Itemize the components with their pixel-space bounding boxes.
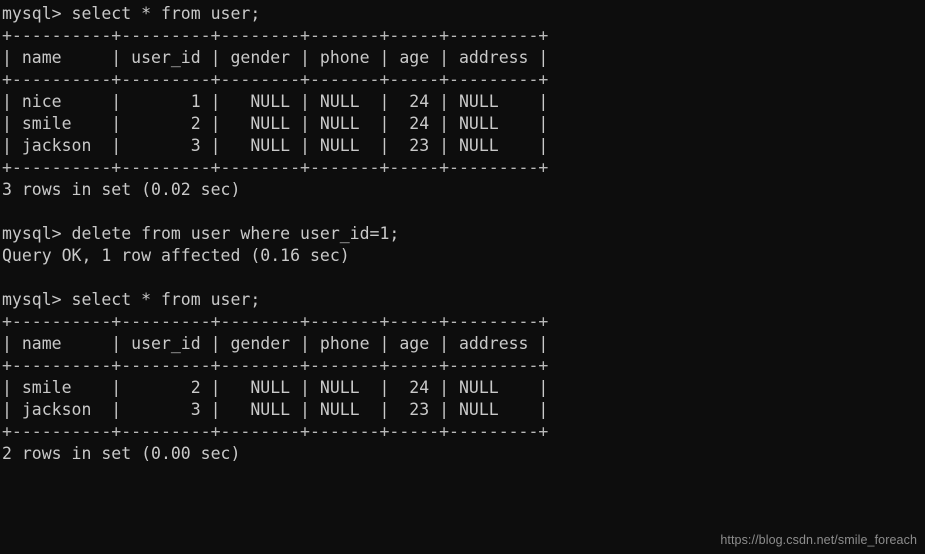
status-line: Query OK, 1 row affected (0.16 sec) — [2, 246, 350, 265]
table-row: | jackson | 3 | NULL | NULL | 23 | NULL … — [2, 136, 549, 155]
prompt-line: mysql> select * from user; — [2, 4, 261, 23]
table-row: | jackson | 3 | NULL | NULL | 23 | NULL … — [2, 400, 549, 419]
table-row: | smile | 2 | NULL | NULL | 24 | NULL | — [2, 114, 549, 133]
csdn-watermark: https://blog.csdn.net/smile_foreach — [720, 533, 917, 547]
table-row: | nice | 1 | NULL | NULL | 24 | NULL | — [2, 92, 549, 111]
status-line: 2 rows in set (0.00 sec) — [2, 444, 241, 463]
table-separator-row: +----------+---------+--------+-------+-… — [2, 422, 549, 441]
mysql-terminal-window[interactable]: mysql> select * from user; +----------+--… — [0, 0, 925, 554]
prompt-line: mysql> delete from user where user_id=1; — [2, 224, 400, 243]
table-separator-row: +----------+---------+--------+-------+-… — [2, 158, 549, 177]
table-separator-row: +----------+---------+--------+-------+-… — [2, 356, 549, 375]
table-separator-row: +----------+---------+--------+-------+-… — [2, 70, 549, 89]
terminal-output: mysql> select * from user; +----------+--… — [2, 3, 548, 465]
status-line: 3 rows in set (0.02 sec) — [2, 180, 241, 199]
table-row: | name | user_id | gender | phone | age … — [2, 334, 549, 353]
table-separator-row: +----------+---------+--------+-------+-… — [2, 26, 549, 45]
table-row: | smile | 2 | NULL | NULL | 24 | NULL | — [2, 378, 549, 397]
table-separator-row: +----------+---------+--------+-------+-… — [2, 312, 549, 331]
prompt-line: mysql> select * from user; — [2, 290, 261, 309]
table-row: | name | user_id | gender | phone | age … — [2, 48, 549, 67]
